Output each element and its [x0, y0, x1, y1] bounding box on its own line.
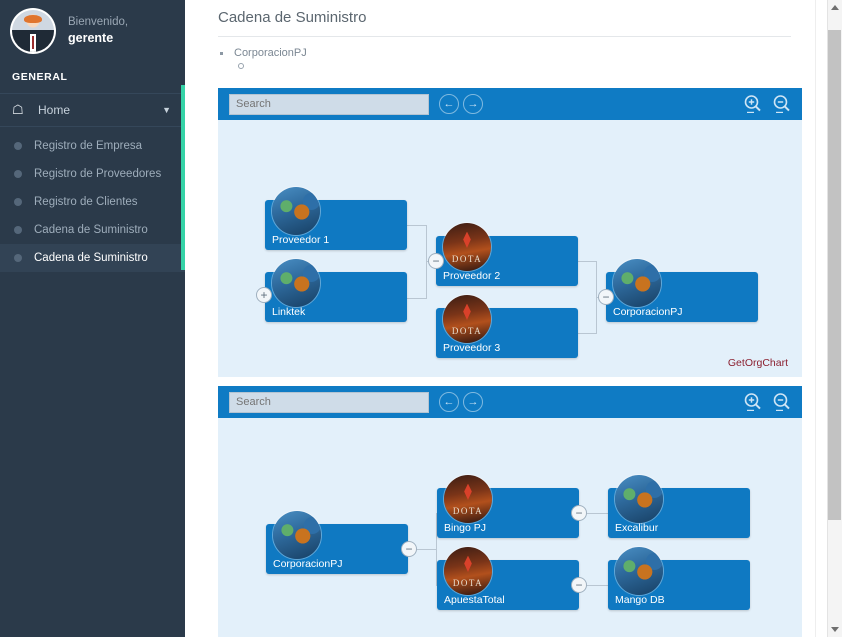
sidebar-item-label: Cadena de Suministro — [34, 252, 148, 264]
username-label: gerente — [68, 31, 114, 46]
orgchart-1-zoom-controls — [743, 94, 792, 114]
orgchart-1-canvas[interactable]: Proveedor 1 Linktek Proveedor 2 Proveedo… — [218, 120, 802, 377]
sidebar-user-block: Bienvenido, gerente — [0, 0, 185, 62]
welcome-label: Bienvenido, — [68, 15, 129, 28]
collapse-toggle[interactable]: − — [571, 505, 587, 521]
orgchart-node-label: Bingo PJ — [444, 522, 487, 534]
orgchart-node[interactable]: Excalibur — [608, 474, 750, 538]
orgchart-node-label: Proveedor 1 — [272, 234, 330, 246]
avatar — [10, 8, 56, 54]
bullet-icon — [14, 254, 22, 262]
orgchart-watermark: GetOrgChart — [727, 357, 788, 369]
orgchart-2-canvas[interactable]: CorporacionPJ Bingo PJ ApuestaTotal Exca… — [218, 418, 802, 637]
orgchart-node-label: Excalibur — [615, 522, 659, 534]
sidebar-item-label: Cadena de Suministro — [34, 224, 148, 236]
chevron-down-icon: ▼ — [162, 105, 171, 115]
bullet-icon — [14, 142, 22, 150]
orgchart-node[interactable]: Proveedor 3 — [436, 294, 578, 358]
orgchart-node-label: Proveedor 3 — [443, 342, 501, 354]
search-input[interactable] — [229, 93, 429, 115]
scroll-down-arrow-icon[interactable] — [831, 627, 839, 632]
sidebar-submenu: Registro de Empresa Registro de Proveedo… — [0, 127, 185, 272]
collapse-toggle[interactable]: − — [428, 253, 444, 269]
sidebar-item-registro-de-empresa[interactable]: Registro de Empresa — [0, 132, 185, 160]
collapse-toggle[interactable]: − — [598, 289, 614, 305]
orgchart-2-zoom-controls — [743, 392, 792, 412]
arrow-right-circle-icon[interactable]: → — [463, 94, 483, 114]
sidebar-item-label: Registro de Empresa — [34, 140, 143, 152]
avatar-tie — [31, 36, 35, 49]
vertical-scrollbar[interactable] — [827, 0, 842, 637]
orgchart-node[interactable]: Bingo PJ — [437, 474, 579, 538]
dota-avatar-icon — [442, 222, 492, 272]
app-root: Bienvenido, gerente GENERAL ☖ Home ▼ Reg… — [0, 0, 842, 637]
sidebar-item-cadena-de-suministro-1[interactable]: Cadena de Suministro — [0, 216, 185, 244]
bullet-icon — [14, 170, 22, 178]
sidebar-item-home[interactable]: ☖ Home ▼ — [0, 93, 185, 127]
hero-avatar-icon — [272, 510, 322, 560]
orgchart-2: ← → — [218, 386, 802, 637]
sidebar-item-home-label: Home — [38, 103, 71, 117]
sidebar-item-registro-de-clientes[interactable]: Registro de Clientes — [0, 188, 185, 216]
orgchart-node[interactable]: CorporacionPJ — [266, 510, 408, 574]
hero-avatar-icon — [271, 186, 321, 236]
dota-avatar-icon — [443, 546, 493, 596]
orgchart-node[interactable]: Mango DB — [608, 546, 750, 610]
orgchart-node-label: CorporacionPJ — [273, 558, 343, 570]
collapse-toggle[interactable]: − — [401, 541, 417, 557]
scrollbar-thumb[interactable] — [828, 30, 841, 520]
search-input[interactable] — [229, 391, 429, 413]
scroll-up-arrow-icon[interactable] — [831, 5, 839, 10]
hero-avatar-icon — [271, 258, 321, 308]
hero-avatar-icon — [614, 474, 664, 524]
orgchart-node[interactable]: Linktek — [265, 258, 407, 322]
orgchart-node-label: ApuestaTotal — [444, 594, 505, 606]
zoom-in-icon[interactable] — [743, 392, 763, 412]
bullet-icon — [14, 198, 22, 206]
orgchart-node-label: Linktek — [272, 306, 306, 318]
expand-toggle[interactable]: + — [256, 287, 272, 303]
sidebar-item-cadena-de-suministro-2[interactable]: Cadena de Suministro — [0, 244, 185, 272]
orgchart-node-label: Proveedor 2 — [443, 270, 501, 282]
orgchart-node[interactable]: Proveedor 1 — [265, 186, 407, 250]
arrow-left-circle-icon[interactable]: ← — [439, 94, 459, 114]
hero-avatar-icon — [612, 258, 662, 308]
orgchart-node-label: CorporacionPJ — [613, 306, 683, 318]
sidebar-user-text: Bienvenido, gerente — [68, 15, 128, 47]
zoom-out-icon[interactable] — [772, 94, 792, 114]
breadcrumb-root[interactable]: CorporacionPJ — [218, 47, 827, 59]
sidebar-item-label: Registro de Clientes — [34, 196, 138, 208]
breadcrumb: CorporacionPJ — [185, 37, 827, 73]
arrow-left-circle-icon[interactable]: ← — [439, 392, 459, 412]
sidebar-item-registro-de-proveedores[interactable]: Registro de Proveedores — [0, 160, 185, 188]
sidebar-section-label: GENERAL — [12, 71, 68, 83]
orgchart-2-nav: ← → — [439, 392, 483, 412]
orgchart-1-toolbar: ← → — [218, 88, 802, 120]
orgchart-2-toolbar: ← → — [218, 386, 802, 418]
sidebar: Bienvenido, gerente GENERAL ☖ Home ▼ Reg… — [0, 0, 185, 637]
hero-avatar-icon — [614, 546, 664, 596]
dota-avatar-icon — [443, 474, 493, 524]
orgchart-node[interactable]: Proveedor 2 — [436, 222, 578, 286]
bullet-icon — [14, 226, 22, 234]
orgchart-node-label: Mango DB — [615, 594, 665, 606]
breadcrumb-child[interactable] — [218, 59, 827, 73]
collapse-toggle[interactable]: − — [571, 577, 587, 593]
zoom-in-icon[interactable] — [743, 94, 763, 114]
orgchart-node[interactable]: CorporacionPJ — [606, 258, 758, 322]
orgchart-1: ← → — [218, 88, 802, 377]
content-gutter — [815, 0, 827, 637]
dota-avatar-icon — [442, 294, 492, 344]
main-content: Cadena de Suministro CorporacionPJ ← → — [185, 0, 827, 637]
orgchart-1-nav: ← → — [439, 94, 483, 114]
arrow-right-circle-icon[interactable]: → — [463, 392, 483, 412]
orgchart-node[interactable]: ApuestaTotal — [437, 546, 579, 610]
home-icon: ☖ — [12, 102, 24, 117]
user-avatar-icon — [12, 10, 54, 52]
page-title: Cadena de Suministro — [218, 9, 367, 26]
sidebar-item-label: Registro de Proveedores — [34, 168, 162, 180]
zoom-out-icon[interactable] — [772, 392, 792, 412]
